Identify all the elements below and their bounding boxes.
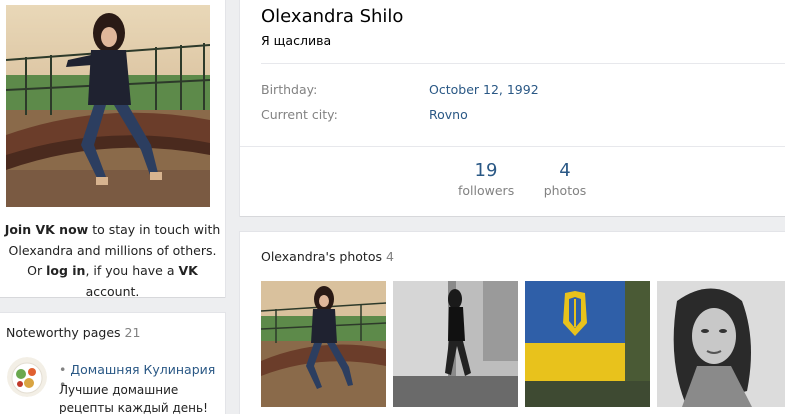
followers-count: 19 bbox=[474, 160, 498, 181]
vk-brand-text: VK bbox=[178, 263, 198, 278]
photos-title: Olexandra's photos bbox=[261, 249, 382, 264]
photos-header-count: 4 bbox=[385, 249, 394, 264]
join-vk-link[interactable]: Join VK now bbox=[5, 222, 89, 237]
profile-info-card: Olexandra Shilo Я щаслива Birthday: Octo… bbox=[240, 0, 785, 216]
join-prompt: Join VK now to stay in touch with Olexan… bbox=[0, 220, 225, 302]
noteworthy-pages-header[interactable]: Noteworthy pages 21 bbox=[6, 325, 140, 340]
followers-label: followers bbox=[458, 183, 515, 198]
login-link[interactable]: log in bbox=[46, 263, 85, 278]
profile-name: Olexandra Shilo bbox=[261, 6, 404, 27]
birthday-label: Birthday: bbox=[261, 82, 318, 97]
noteworthy-pages-title: Noteworthy pages bbox=[6, 325, 121, 340]
photos-card: Olexandra's photos 4 bbox=[240, 232, 785, 414]
followers-counter[interactable]: 19 followers bbox=[458, 160, 514, 198]
page-bullet-left: • bbox=[59, 362, 67, 377]
profile-sidebar-card: Join VK now to stay in touch with Olexan… bbox=[0, 0, 225, 299]
join-text-line2: Olexandra and millions of others. bbox=[8, 242, 217, 258]
page-description: Лучшие домашние рецепты каждый день! bbox=[59, 383, 208, 414]
join-text-if: , if you have a bbox=[85, 263, 179, 278]
birthday-value[interactable]: October 12, 1992 bbox=[429, 82, 539, 97]
join-text-account: account. bbox=[85, 283, 140, 299]
noteworthy-pages-count: 21 bbox=[124, 325, 141, 340]
divider bbox=[261, 63, 785, 64]
profile-status: Я щаслива bbox=[261, 33, 332, 48]
join-text-line1: to stay in touch with bbox=[88, 222, 221, 237]
photo-thumbnail-3[interactable] bbox=[525, 281, 650, 407]
photo-thumbnail-1[interactable] bbox=[261, 281, 386, 407]
city-value[interactable]: Rovno bbox=[429, 107, 468, 122]
photos-counter[interactable]: 4 photos bbox=[540, 160, 590, 198]
photos-count: 4 bbox=[559, 160, 571, 181]
city-label: Current city: bbox=[261, 107, 338, 122]
photos-header[interactable]: Olexandra's photos 4 bbox=[261, 249, 394, 264]
join-text-or: Or bbox=[27, 263, 47, 278]
counters-divider bbox=[240, 146, 785, 147]
page-name[interactable]: Домашняя Кулинария bbox=[70, 362, 215, 377]
photo-thumbnail-2[interactable] bbox=[393, 281, 518, 407]
photo-thumbnail-4[interactable] bbox=[657, 281, 785, 407]
photos-label: photos bbox=[543, 183, 587, 198]
page-avatar[interactable] bbox=[7, 357, 47, 397]
noteworthy-pages-card: Noteworthy pages 21 • Домашняя Кулинария … bbox=[0, 313, 225, 414]
profile-avatar[interactable] bbox=[6, 5, 210, 207]
